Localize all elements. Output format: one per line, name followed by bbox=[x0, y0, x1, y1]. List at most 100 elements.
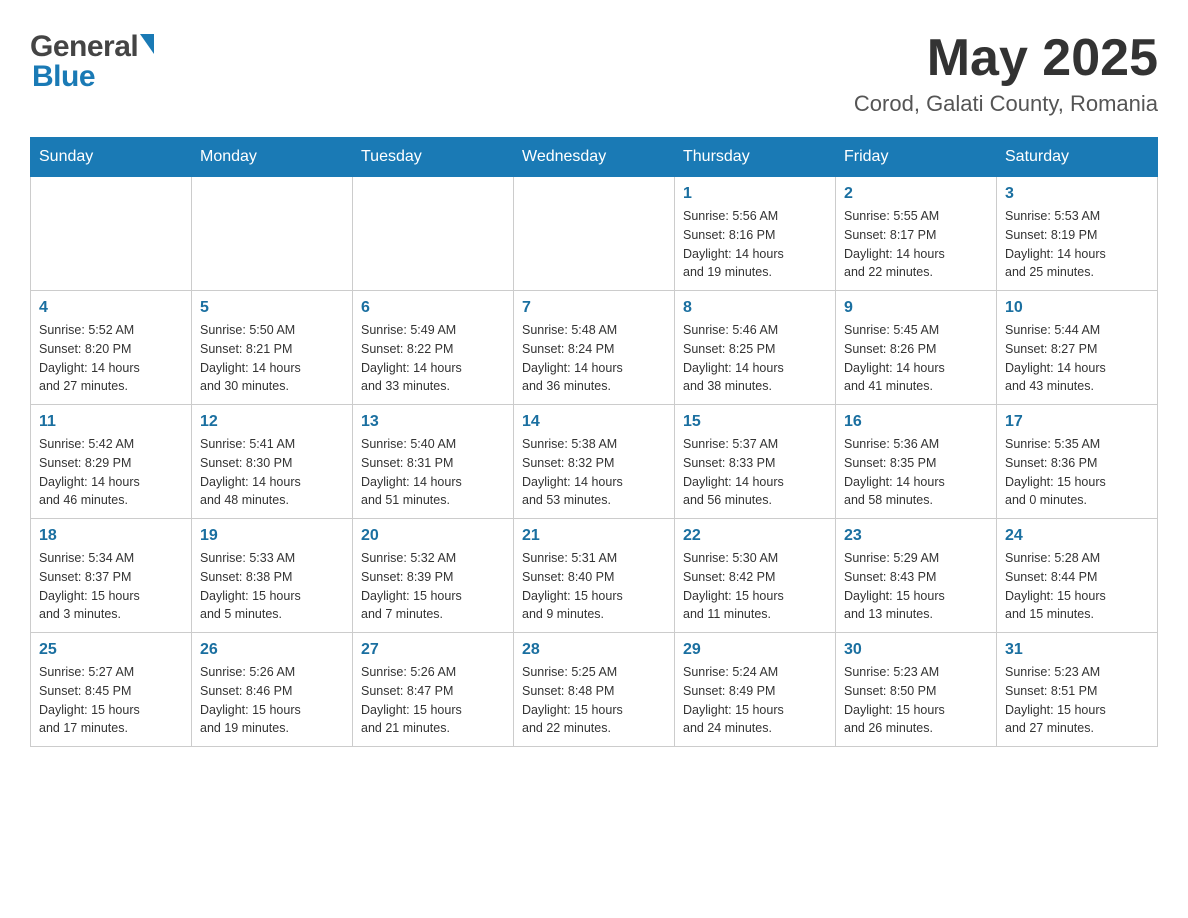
location-subtitle: Corod, Galati County, Romania bbox=[854, 91, 1158, 117]
day-number: 28 bbox=[522, 641, 666, 659]
calendar-cell: 18 Sunrise: 5:34 AM Sunset: 8:37 PM Dayli… bbox=[31, 519, 192, 633]
day-info: Sunrise: 5:50 AM Sunset: 8:21 PM Dayligh… bbox=[200, 321, 344, 396]
calendar-cell: 17Sunrise: 5:35 AM Sunset: 8:36 PM Dayli… bbox=[997, 405, 1158, 519]
calendar-cell: 23Sunrise: 5:29 AM Sunset: 8:43 PM Dayli… bbox=[836, 519, 997, 633]
day-info: Sunrise: 5:29 AM Sunset: 8:43 PM Dayligh… bbox=[844, 549, 988, 624]
calendar-cell: 22 Sunrise: 5:30 AM Sunset: 8:42 PM Dayli… bbox=[675, 519, 836, 633]
day-info: Sunrise: 5:27 AM Sunset: 8:45 PM Dayligh… bbox=[39, 663, 183, 738]
day-number: 2 bbox=[844, 185, 988, 203]
day-number: 29 bbox=[683, 641, 827, 659]
column-header-thursday: Thursday bbox=[675, 138, 836, 177]
calendar-cell: 29 Sunrise: 5:24 AM Sunset: 8:49 PM Dayli… bbox=[675, 633, 836, 747]
day-number: 6 bbox=[361, 299, 505, 317]
day-info: Sunrise: 5:28 AM Sunset: 8:44 PM Dayligh… bbox=[1005, 549, 1149, 624]
day-number: 1 bbox=[683, 185, 827, 203]
day-number: 4 bbox=[39, 299, 183, 317]
calendar-cell: 15 Sunrise: 5:37 AM Sunset: 8:33 PM Dayli… bbox=[675, 405, 836, 519]
day-number: 10 bbox=[1005, 299, 1149, 317]
calendar-cell: 8 Sunrise: 5:46 AM Sunset: 8:25 PM Daylig… bbox=[675, 291, 836, 405]
calendar-cell: 21 Sunrise: 5:31 AM Sunset: 8:40 PM Dayli… bbox=[514, 519, 675, 633]
day-info: Sunrise: 5:36 AM Sunset: 8:35 PM Dayligh… bbox=[844, 435, 988, 510]
calendar-cell bbox=[353, 177, 514, 291]
calendar-cell bbox=[31, 177, 192, 291]
calendar-cell: 4 Sunrise: 5:52 AM Sunset: 8:20 PM Daylig… bbox=[31, 291, 192, 405]
day-info: Sunrise: 5:23 AM Sunset: 8:50 PM Dayligh… bbox=[844, 663, 988, 738]
logo-general-text: General bbox=[30, 30, 138, 64]
calendar-cell: 1Sunrise: 5:56 AM Sunset: 8:16 PM Daylig… bbox=[675, 177, 836, 291]
day-number: 24 bbox=[1005, 527, 1149, 545]
calendar-cell: 13Sunrise: 5:40 AM Sunset: 8:31 PM Dayli… bbox=[353, 405, 514, 519]
day-number: 18 bbox=[39, 527, 183, 545]
day-info: Sunrise: 5:52 AM Sunset: 8:20 PM Dayligh… bbox=[39, 321, 183, 396]
calendar-cell: 7 Sunrise: 5:48 AM Sunset: 8:24 PM Daylig… bbox=[514, 291, 675, 405]
calendar-cell: 27Sunrise: 5:26 AM Sunset: 8:47 PM Dayli… bbox=[353, 633, 514, 747]
day-info: Sunrise: 5:31 AM Sunset: 8:40 PM Dayligh… bbox=[522, 549, 666, 624]
calendar-cell: 12Sunrise: 5:41 AM Sunset: 8:30 PM Dayli… bbox=[192, 405, 353, 519]
day-info: Sunrise: 5:32 AM Sunset: 8:39 PM Dayligh… bbox=[361, 549, 505, 624]
day-info: Sunrise: 5:26 AM Sunset: 8:46 PM Dayligh… bbox=[200, 663, 344, 738]
calendar-cell: 9 Sunrise: 5:45 AM Sunset: 8:26 PM Daylig… bbox=[836, 291, 997, 405]
day-info: Sunrise: 5:23 AM Sunset: 8:51 PM Dayligh… bbox=[1005, 663, 1149, 738]
day-info: Sunrise: 5:55 AM Sunset: 8:17 PM Dayligh… bbox=[844, 207, 988, 282]
day-number: 31 bbox=[1005, 641, 1149, 659]
day-number: 30 bbox=[844, 641, 988, 659]
day-number: 5 bbox=[200, 299, 344, 317]
day-number: 11 bbox=[39, 413, 183, 431]
calendar-cell: 3 Sunrise: 5:53 AM Sunset: 8:19 PM Daylig… bbox=[997, 177, 1158, 291]
day-info: Sunrise: 5:53 AM Sunset: 8:19 PM Dayligh… bbox=[1005, 207, 1149, 282]
calendar-header-row: SundayMondayTuesdayWednesdayThursdayFrid… bbox=[31, 138, 1158, 177]
day-number: 7 bbox=[522, 299, 666, 317]
day-info: Sunrise: 5:49 AM Sunset: 8:22 PM Dayligh… bbox=[361, 321, 505, 396]
calendar-cell: 16 Sunrise: 5:36 AM Sunset: 8:35 PM Dayli… bbox=[836, 405, 997, 519]
day-info: Sunrise: 5:35 AM Sunset: 8:36 PM Dayligh… bbox=[1005, 435, 1149, 510]
day-info: Sunrise: 5:37 AM Sunset: 8:33 PM Dayligh… bbox=[683, 435, 827, 510]
day-info: Sunrise: 5:24 AM Sunset: 8:49 PM Dayligh… bbox=[683, 663, 827, 738]
calendar-cell: 20Sunrise: 5:32 AM Sunset: 8:39 PM Dayli… bbox=[353, 519, 514, 633]
column-header-friday: Friday bbox=[836, 138, 997, 177]
calendar-cell bbox=[192, 177, 353, 291]
column-header-tuesday: Tuesday bbox=[353, 138, 514, 177]
day-number: 22 bbox=[683, 527, 827, 545]
calendar-cell: 30 Sunrise: 5:23 AM Sunset: 8:50 PM Dayli… bbox=[836, 633, 997, 747]
day-info: Sunrise: 5:34 AM Sunset: 8:37 PM Dayligh… bbox=[39, 549, 183, 624]
calendar-cell: 28 Sunrise: 5:25 AM Sunset: 8:48 PM Dayli… bbox=[514, 633, 675, 747]
day-number: 27 bbox=[361, 641, 505, 659]
day-number: 8 bbox=[683, 299, 827, 317]
calendar-week-row: 1Sunrise: 5:56 AM Sunset: 8:16 PM Daylig… bbox=[31, 177, 1158, 291]
day-number: 3 bbox=[1005, 185, 1149, 203]
day-info: Sunrise: 5:48 AM Sunset: 8:24 PM Dayligh… bbox=[522, 321, 666, 396]
day-info: Sunrise: 5:25 AM Sunset: 8:48 PM Dayligh… bbox=[522, 663, 666, 738]
day-info: Sunrise: 5:40 AM Sunset: 8:31 PM Dayligh… bbox=[361, 435, 505, 510]
calendar-cell: 26 Sunrise: 5:26 AM Sunset: 8:46 PM Dayli… bbox=[192, 633, 353, 747]
calendar-cell bbox=[514, 177, 675, 291]
day-number: 12 bbox=[200, 413, 344, 431]
day-info: Sunrise: 5:44 AM Sunset: 8:27 PM Dayligh… bbox=[1005, 321, 1149, 396]
day-number: 15 bbox=[683, 413, 827, 431]
calendar-cell: 19 Sunrise: 5:33 AM Sunset: 8:38 PM Dayli… bbox=[192, 519, 353, 633]
day-number: 26 bbox=[200, 641, 344, 659]
column-header-monday: Monday bbox=[192, 138, 353, 177]
day-info: Sunrise: 5:45 AM Sunset: 8:26 PM Dayligh… bbox=[844, 321, 988, 396]
calendar-cell: 14Sunrise: 5:38 AM Sunset: 8:32 PM Dayli… bbox=[514, 405, 675, 519]
day-number: 16 bbox=[844, 413, 988, 431]
calendar-cell: 2 Sunrise: 5:55 AM Sunset: 8:17 PM Daylig… bbox=[836, 177, 997, 291]
calendar-cell: 6 Sunrise: 5:49 AM Sunset: 8:22 PM Daylig… bbox=[353, 291, 514, 405]
calendar-week-row: 11Sunrise: 5:42 AM Sunset: 8:29 PM Dayli… bbox=[31, 405, 1158, 519]
calendar-week-row: 25Sunrise: 5:27 AM Sunset: 8:45 PM Dayli… bbox=[31, 633, 1158, 747]
title-section: May 2025 Corod, Galati County, Romania bbox=[854, 30, 1158, 117]
calendar-cell: 10 Sunrise: 5:44 AM Sunset: 8:27 PM Dayli… bbox=[997, 291, 1158, 405]
month-year-title: May 2025 bbox=[854, 30, 1158, 87]
day-number: 19 bbox=[200, 527, 344, 545]
calendar-cell: 5 Sunrise: 5:50 AM Sunset: 8:21 PM Daylig… bbox=[192, 291, 353, 405]
day-info: Sunrise: 5:46 AM Sunset: 8:25 PM Dayligh… bbox=[683, 321, 827, 396]
logo: General Blue bbox=[30, 30, 154, 94]
day-info: Sunrise: 5:30 AM Sunset: 8:42 PM Dayligh… bbox=[683, 549, 827, 624]
calendar-week-row: 4 Sunrise: 5:52 AM Sunset: 8:20 PM Daylig… bbox=[31, 291, 1158, 405]
day-number: 21 bbox=[522, 527, 666, 545]
calendar-cell: 24 Sunrise: 5:28 AM Sunset: 8:44 PM Dayli… bbox=[997, 519, 1158, 633]
day-number: 9 bbox=[844, 299, 988, 317]
day-info: Sunrise: 5:38 AM Sunset: 8:32 PM Dayligh… bbox=[522, 435, 666, 510]
day-info: Sunrise: 5:33 AM Sunset: 8:38 PM Dayligh… bbox=[200, 549, 344, 624]
calendar-table: SundayMondayTuesdayWednesdayThursdayFrid… bbox=[30, 137, 1158, 747]
calendar-cell: 11Sunrise: 5:42 AM Sunset: 8:29 PM Dayli… bbox=[31, 405, 192, 519]
